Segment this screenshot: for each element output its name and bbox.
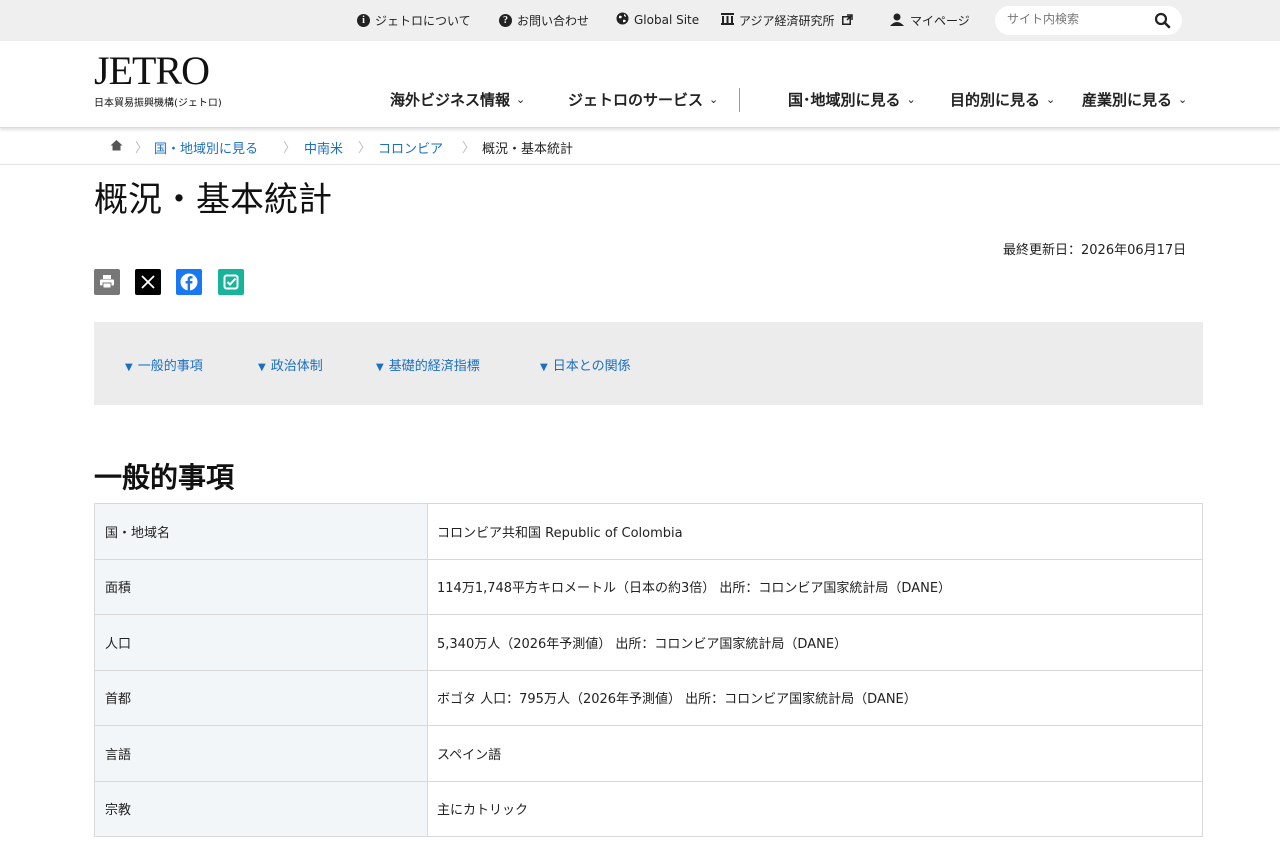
breadcrumb-latin-america[interactable]: 中南米 bbox=[304, 138, 343, 157]
row-value: 114万1,748平方キロメートル（日本の約3倍） 出所：コロンビア国家統計局（… bbox=[427, 558, 1203, 615]
ide-link[interactable]: アジア経済研究所 bbox=[721, 12, 853, 29]
row-label: 人口 bbox=[94, 614, 428, 671]
nav-divider bbox=[739, 88, 740, 112]
row-label: 宗教 bbox=[94, 780, 428, 837]
toc-politics[interactable]: ▼ 政治体制 bbox=[258, 355, 323, 374]
row-label: 面積 bbox=[94, 558, 428, 615]
triangle-down-icon: ▼ bbox=[540, 362, 548, 373]
logo-mark: JETRO bbox=[94, 48, 210, 93]
ide-label: アジア経済研究所 bbox=[739, 14, 835, 28]
chevron-down-icon: ⌄ bbox=[1178, 93, 1188, 106]
search-icon[interactable] bbox=[1153, 11, 1173, 31]
global-site-link[interactable]: Global Site bbox=[616, 12, 699, 28]
about-label: ジェトロについて bbox=[375, 14, 471, 28]
nav-label: 産業別に見る bbox=[1082, 91, 1173, 109]
global-site-label: Global Site bbox=[634, 13, 700, 27]
row-value: 主にカトリック bbox=[427, 780, 1203, 837]
print-icon[interactable] bbox=[94, 269, 120, 295]
about-link[interactable]: i ジェトロについて bbox=[357, 12, 471, 29]
globe-icon bbox=[616, 12, 629, 28]
chevron-down-icon: ⌄ bbox=[906, 93, 916, 106]
row-value: ボゴタ 人口：795万人（2026年予測値） 出所：コロンビア国家統計局（DAN… bbox=[427, 669, 1203, 726]
home-icon[interactable] bbox=[110, 139, 123, 155]
x-logo-icon[interactable] bbox=[135, 269, 161, 295]
row-value: スペイン語 bbox=[427, 725, 1203, 782]
triangle-down-icon: ▼ bbox=[376, 362, 384, 373]
nav-label: 目的別に見る bbox=[950, 91, 1041, 109]
breadcrumb-separator: 〉 bbox=[462, 141, 476, 156]
row-label: 首都 bbox=[94, 669, 428, 726]
chevron-down-icon: ⌄ bbox=[516, 93, 526, 106]
question-icon: ? bbox=[499, 14, 512, 27]
triangle-down-icon: ▼ bbox=[125, 362, 133, 373]
breadcrumb-separator: 〉 bbox=[358, 141, 372, 156]
utility-bar: i ジェトロについて ? お問い合わせ Global Site アジア経済研究所… bbox=[0, 0, 1280, 41]
mypage-label: マイページ bbox=[910, 14, 970, 28]
row-value: 5,340万人（2026年予測値） 出所：コロンビア国家統計局（DANE） bbox=[427, 614, 1203, 671]
page-title: 概況・基本統計 bbox=[94, 180, 332, 220]
toc-label: 基礎的経済指標 bbox=[388, 359, 480, 374]
nav-by-region[interactable]: 国･地域別に見る ⌄ bbox=[788, 89, 916, 110]
jetro-logo[interactable]: JETRO 日本貿易振興機構(ジェトロ) bbox=[94, 49, 254, 113]
nav-by-purpose[interactable]: 目的別に見る ⌄ bbox=[950, 89, 1055, 110]
row-label: 言語 bbox=[94, 725, 428, 782]
contact-label: お問い合わせ bbox=[517, 14, 590, 28]
toc-general[interactable]: ▼ 一般的事項 bbox=[125, 355, 203, 374]
mypage-link[interactable]: マイページ bbox=[889, 12, 970, 29]
row-value: コロンビア共和国 Republic of Colombia bbox=[427, 503, 1203, 560]
row-label: 国・地域名 bbox=[94, 503, 428, 560]
user-icon bbox=[889, 13, 905, 29]
breadcrumb-colombia[interactable]: コロンビア bbox=[378, 138, 443, 157]
nav-by-industry[interactable]: 産業別に見る ⌄ bbox=[1082, 89, 1187, 110]
bookmark-check-icon[interactable] bbox=[218, 269, 244, 295]
table-row: 首都 ボゴタ 人口：795万人（2026年予測値） 出所：コロンビア国家統計局（… bbox=[94, 669, 1203, 726]
nav-label: ジェトロのサービス bbox=[568, 91, 704, 109]
triangle-down-icon: ▼ bbox=[258, 362, 266, 373]
nav-label: 海外ビジネス情報 bbox=[390, 91, 511, 109]
toc-label: 日本との関係 bbox=[552, 359, 631, 374]
external-link-icon bbox=[841, 13, 853, 28]
toc-label: 一般的事項 bbox=[137, 359, 203, 374]
table-of-contents: ▼ 一般的事項 ▼ 政治体制 ▼ 基礎的経済指標 ▼ 日本との関係 bbox=[94, 322, 1203, 405]
section-title: 一般的事項 bbox=[94, 461, 235, 494]
table-row: 人口 5,340万人（2026年予測値） 出所：コロンビア国家統計局（DANE） bbox=[94, 614, 1203, 671]
table-row: 面積 114万1,748平方キロメートル（日本の約3倍） 出所：コロンビア国家統… bbox=[94, 558, 1203, 615]
facebook-icon[interactable] bbox=[176, 269, 202, 295]
info-icon: i bbox=[357, 14, 370, 27]
breadcrumb-separator: 〉 bbox=[135, 141, 149, 156]
table-row: 国・地域名 コロンビア共和国 Republic of Colombia bbox=[94, 503, 1203, 560]
general-info-table: 国・地域名 コロンビア共和国 Republic of Colombia 面積 1… bbox=[94, 503, 1203, 837]
chevron-down-icon: ⌄ bbox=[1046, 93, 1056, 106]
nav-label: 国･地域別に見る bbox=[788, 91, 901, 109]
toc-label: 政治体制 bbox=[270, 359, 323, 374]
breadcrumb: 〉 国・地域別に見る 〉 中南米 〉 コロンビア 〉 概況・基本統計 bbox=[0, 128, 1280, 165]
search-input[interactable] bbox=[1007, 12, 1147, 26]
breadcrumb-region[interactable]: 国・地域別に見る bbox=[154, 138, 258, 157]
building-icon bbox=[721, 13, 734, 28]
breadcrumb-current: 概況・基本統計 bbox=[482, 142, 574, 157]
logo-subtitle: 日本貿易振興機構(ジェトロ) bbox=[94, 98, 222, 109]
site-header: JETRO 日本貿易振興機構(ジェトロ) 海外ビジネス情報 ⌄ ジェトロのサービス… bbox=[0, 41, 1280, 128]
nav-services[interactable]: ジェトロのサービス ⌄ bbox=[568, 89, 718, 110]
chevron-down-icon: ⌄ bbox=[709, 93, 719, 106]
contact-link[interactable]: ? お問い合わせ bbox=[499, 12, 589, 29]
table-row: 言語 スペイン語 bbox=[94, 725, 1203, 782]
toc-economic-indicators[interactable]: ▼ 基礎的経済指標 bbox=[376, 355, 480, 374]
toc-relations-japan[interactable]: ▼ 日本との関係 bbox=[540, 355, 631, 374]
nav-overseas-info[interactable]: 海外ビジネス情報 ⌄ bbox=[390, 89, 525, 110]
site-search bbox=[995, 6, 1182, 35]
table-row: 宗教 主にカトリック bbox=[94, 780, 1203, 837]
breadcrumb-separator: 〉 bbox=[283, 141, 297, 156]
last-updated: 最終更新日：2026年06月17日 bbox=[1003, 243, 1187, 258]
